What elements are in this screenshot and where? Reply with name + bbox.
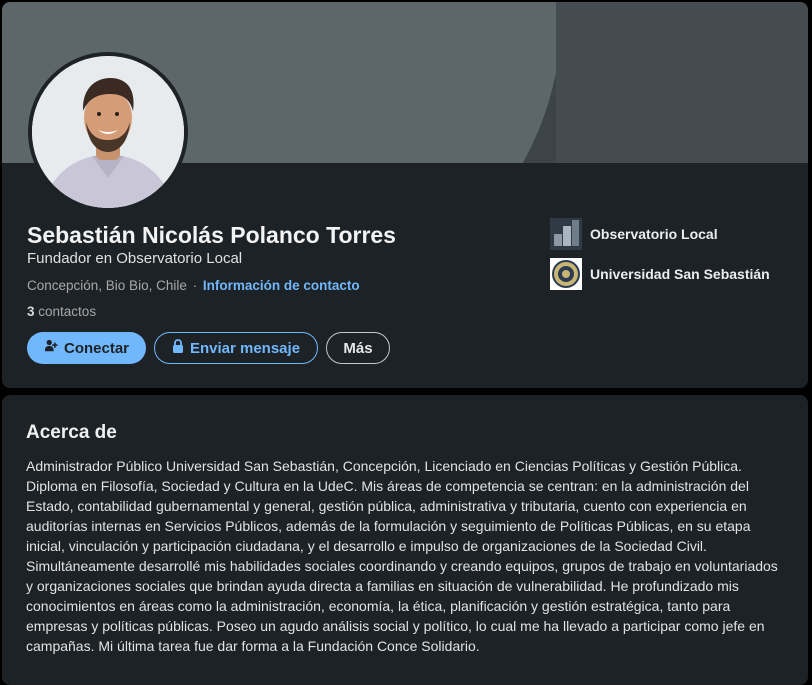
profile-avatar[interactable] — [28, 52, 188, 212]
more-label: Más — [343, 339, 373, 357]
observatorio-logo-icon — [550, 218, 582, 250]
send-message-label: Enviar mensaje — [189, 339, 301, 357]
profile-card: Sebastián Nicolás Polanco Torres Fundado… — [2, 2, 808, 388]
profile-headline: Fundador en Observatorio Local — [27, 250, 243, 267]
separator: · — [192, 278, 198, 293]
about-title: Acerca de — [26, 422, 117, 443]
university-seal-icon — [550, 258, 582, 290]
profile-location: Concepción, Bio Bio, Chile — [27, 278, 187, 293]
profile-name: Sebastián Nicolás Polanco Torres — [27, 222, 396, 248]
org-name: Observatorio Local — [590, 226, 718, 242]
organizations-list: Observatorio Local Universidad San Sebas… — [550, 218, 770, 298]
profile-actions: Conectar Enviar mensaje Más — [27, 332, 390, 364]
about-card: Acerca de Administrador Público Universi… — [2, 395, 808, 685]
org-item-observatorio[interactable]: Observatorio Local — [550, 218, 770, 250]
contacts-number: 3 — [27, 304, 35, 319]
contact-info-link[interactable]: Información de contacto — [203, 278, 360, 293]
lock-icon — [172, 339, 184, 357]
contacts-label: contactos — [38, 304, 97, 319]
more-button[interactable]: Más — [326, 332, 390, 364]
org-name: Universidad San Sebastián — [590, 266, 770, 282]
add-person-icon — [44, 339, 58, 357]
connect-button[interactable]: Conectar — [27, 332, 146, 364]
about-text: Administrador Público Universidad San Se… — [26, 458, 778, 654]
contacts-count[interactable]: 3 contactos — [27, 304, 96, 319]
location-row: Concepción, Bio Bio, Chile · Información… — [27, 278, 360, 293]
org-item-universidad[interactable]: Universidad San Sebastián — [550, 258, 770, 290]
connect-label: Conectar — [63, 339, 130, 357]
send-message-button[interactable]: Enviar mensaje — [154, 332, 318, 364]
